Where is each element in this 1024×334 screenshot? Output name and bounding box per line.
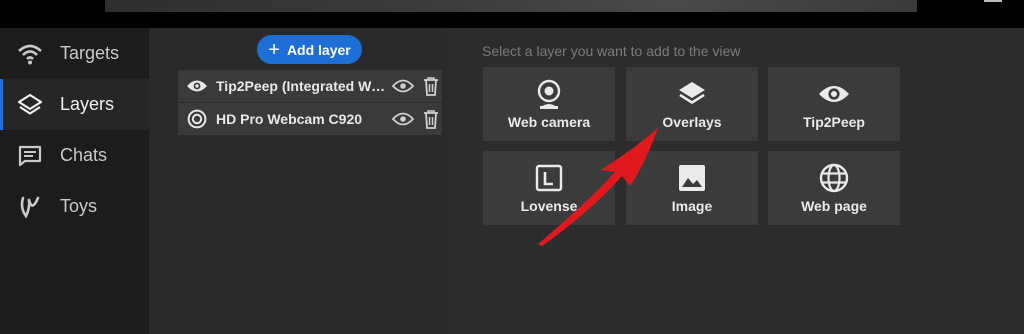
image-icon: [676, 162, 708, 194]
sidebar-item-chats[interactable]: Chats: [0, 130, 149, 181]
sidebar-item-label: Toys: [60, 196, 98, 216]
sidebar-item-targets[interactable]: Targets: [0, 28, 149, 79]
video-preview: [105, 0, 917, 12]
tile-label: Web camera: [507, 114, 591, 130]
visibility-toggle-eye-icon[interactable]: [392, 75, 414, 97]
layer-picker: Select a layer you want to add to the vi…: [447, 28, 1024, 334]
delete-trash-icon[interactable]: [420, 75, 442, 97]
tile-lovense[interactable]: Lovense: [483, 151, 615, 225]
tile-label: Overlays: [662, 114, 722, 130]
add-layer-label: Add layer: [286, 41, 351, 58]
tile-web-camera[interactable]: Web camera: [483, 67, 615, 141]
webcam-icon: [533, 78, 565, 110]
wifi-icon: [16, 40, 44, 68]
tile-web-page[interactable]: Web page: [768, 151, 900, 225]
delete-trash-icon[interactable]: [420, 108, 442, 130]
tile-label: Lovense: [520, 198, 578, 214]
tile-image[interactable]: Image: [626, 151, 758, 225]
tile-tip2peep[interactable]: Tip2Peep: [768, 67, 900, 141]
sidebar: Targets Layers Chats Toys: [0, 28, 149, 334]
add-layer-button[interactable]: + Add layer: [257, 35, 362, 64]
menu-icon[interactable]: [984, 0, 1002, 5]
target-icon: [186, 108, 208, 130]
tile-label: Image: [671, 198, 713, 214]
layer-name: Tip2Peep (Integrated Webcam): [216, 78, 386, 94]
picker-hint: Select a layer you want to add to the vi…: [482, 43, 741, 59]
layer-item[interactable]: HD Pro Webcam C920: [178, 103, 442, 135]
layers-icon: [676, 78, 708, 110]
layers-panel: + Add layer Tip2Peep (Integrated Webcam)…: [149, 28, 447, 334]
tile-label: Tip2Peep: [803, 114, 865, 130]
tile-label: Web page: [801, 198, 867, 214]
layer-list: Tip2Peep (Integrated Webcam) HD Pro Webc…: [178, 70, 442, 136]
sidebar-item-toys[interactable]: Toys: [0, 181, 149, 232]
eye-icon: [818, 78, 850, 110]
chat-icon: [16, 142, 44, 170]
layer-item[interactable]: Tip2Peep (Integrated Webcam): [178, 70, 442, 102]
globe-icon: [818, 162, 850, 194]
sidebar-item-label: Targets: [60, 43, 120, 63]
visibility-toggle-eye-icon[interactable]: [392, 108, 414, 130]
layers-icon: [16, 91, 44, 119]
top-bar: [0, 0, 1024, 28]
layer-name: HD Pro Webcam C920: [216, 111, 363, 127]
sidebar-item-layers[interactable]: Layers: [0, 79, 149, 130]
lovense-icon: [533, 162, 565, 194]
tile-overlays[interactable]: Overlays: [626, 67, 758, 141]
plus-icon: +: [268, 38, 280, 61]
eye-icon: [186, 75, 208, 97]
sidebar-item-label: Chats: [60, 145, 108, 165]
sidebar-item-label: Layers: [60, 94, 115, 114]
toy-icon: [16, 193, 44, 221]
